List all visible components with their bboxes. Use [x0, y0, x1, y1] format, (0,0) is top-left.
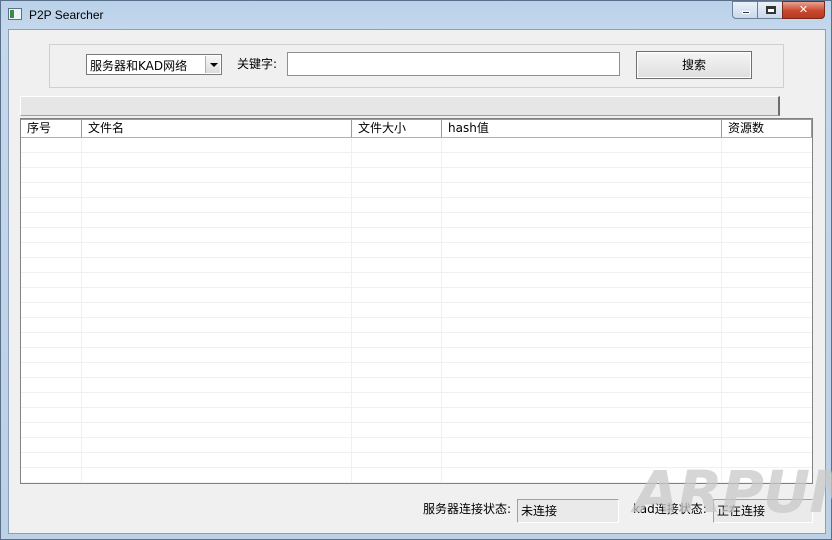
table-row[interactable]	[21, 153, 812, 168]
minimize-button[interactable]	[732, 1, 758, 19]
keyword-input[interactable]	[287, 52, 620, 76]
table-row[interactable]	[21, 378, 812, 393]
table-row[interactable]	[21, 363, 812, 378]
column-header-filename[interactable]: 文件名	[82, 119, 352, 137]
list-header: 序号 文件名 文件大小 hash值 资源数	[21, 119, 812, 138]
table-row[interactable]	[21, 138, 812, 153]
table-row[interactable]	[21, 303, 812, 318]
app-window: P2P Searcher ✕ 服务器和KAD网络 关键字: 搜索 序号 文件名 …	[0, 0, 832, 540]
keyword-label: 关键字:	[237, 57, 278, 71]
search-button[interactable]: 搜索	[636, 51, 752, 79]
table-row[interactable]	[21, 318, 812, 333]
table-row[interactable]	[21, 423, 812, 438]
close-icon: ✕	[798, 3, 809, 16]
maximize-icon	[766, 6, 776, 14]
close-button[interactable]: ✕	[782, 1, 825, 19]
maximize-button[interactable]	[757, 1, 783, 19]
table-row[interactable]	[21, 243, 812, 258]
server-status-value: 未连接	[517, 499, 619, 523]
table-row[interactable]	[21, 168, 812, 183]
caption-buttons: ✕	[732, 1, 825, 20]
search-progress-bar	[20, 96, 780, 116]
table-row[interactable]	[21, 438, 812, 453]
table-row[interactable]	[21, 288, 812, 303]
title-bar[interactable]: P2P Searcher ✕	[1, 1, 831, 29]
table-row[interactable]	[21, 198, 812, 213]
table-row[interactable]	[21, 273, 812, 288]
table-row[interactable]	[21, 183, 812, 198]
column-header-hash[interactable]: hash值	[442, 119, 722, 137]
table-row[interactable]	[21, 213, 812, 228]
watermark: ARPUN	[634, 458, 832, 526]
table-row[interactable]	[21, 228, 812, 243]
column-header-sources[interactable]: 资源数	[722, 119, 812, 137]
table-row[interactable]	[21, 348, 812, 363]
results-list[interactable]: 序号 文件名 文件大小 hash值 资源数	[20, 118, 813, 484]
app-icon	[8, 8, 22, 20]
table-row[interactable]	[21, 333, 812, 348]
network-select[interactable]: 服务器和KAD网络	[86, 54, 222, 75]
minimize-icon	[742, 11, 750, 14]
list-body	[21, 138, 812, 483]
search-panel: 服务器和KAD网络 关键字: 搜索	[49, 44, 784, 88]
column-header-filesize[interactable]: 文件大小	[352, 119, 442, 137]
table-row[interactable]	[21, 393, 812, 408]
server-status-label: 服务器连接状态:	[423, 502, 512, 516]
network-select-value: 服务器和KAD网络	[90, 59, 188, 73]
window-title: P2P Searcher	[29, 8, 104, 22]
column-header-index[interactable]: 序号	[21, 119, 82, 137]
table-row[interactable]	[21, 258, 812, 273]
client-area: 服务器和KAD网络 关键字: 搜索 序号 文件名 文件大小 hash值 资源数	[8, 29, 832, 534]
table-row[interactable]	[21, 408, 812, 423]
chevron-down-icon[interactable]	[205, 56, 220, 73]
